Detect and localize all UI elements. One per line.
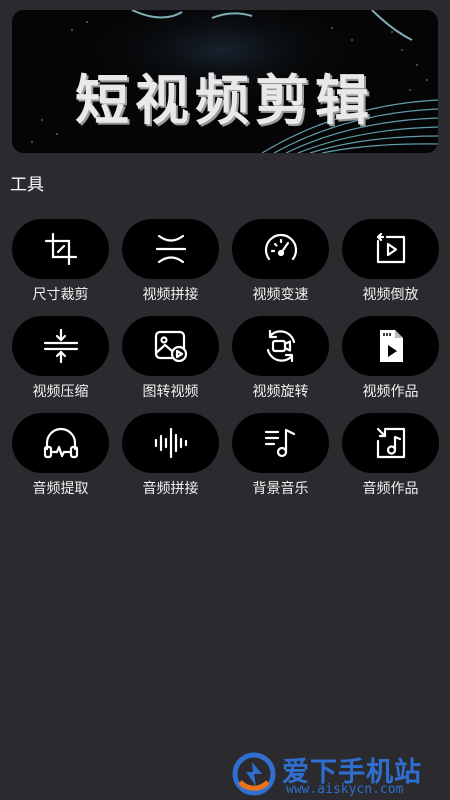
- audio-extract-button[interactable]: [12, 413, 109, 473]
- image-to-video-icon: [154, 330, 187, 363]
- tool-audio-merge[interactable]: 音频拼接: [122, 413, 219, 498]
- tool-video-works[interactable]: 视频作品: [342, 316, 439, 401]
- tool-label: 视频作品: [362, 384, 419, 400]
- tool-label: 视频倒放: [362, 287, 419, 303]
- crop-icon: [44, 232, 77, 266]
- tool-label: 图转视频: [142, 384, 199, 400]
- tool-video-merge[interactable]: 视频拼接: [122, 219, 219, 304]
- tool-video-compress[interactable]: 视频压缩: [12, 316, 109, 401]
- video-works-button[interactable]: [342, 316, 439, 376]
- tool-video-reverse[interactable]: 视频倒放: [342, 219, 439, 304]
- tool-label: 音频拼接: [142, 481, 199, 497]
- tool-label: 视频压缩: [32, 384, 89, 400]
- video-speed-button[interactable]: [232, 219, 329, 279]
- tool-label: 音频提取: [32, 481, 89, 497]
- video-compress-button[interactable]: [12, 316, 109, 376]
- video-merge-button[interactable]: [122, 219, 219, 279]
- watermark-logo-icon: [232, 752, 276, 796]
- video-rotate-button[interactable]: [232, 316, 329, 376]
- tool-label: 视频变速: [252, 287, 309, 303]
- video-file-icon: [379, 330, 403, 362]
- crop-button[interactable]: [12, 219, 109, 279]
- background-music-button[interactable]: [232, 413, 329, 473]
- reverse-play-icon: [376, 232, 405, 264]
- tool-video-rotate[interactable]: 视频旋转: [232, 316, 329, 401]
- waveform-icon: [154, 427, 187, 459]
- banner-title: 短视频剪辑: [75, 69, 375, 132]
- audio-merge-button[interactable]: [122, 413, 219, 473]
- tool-label: 视频拼接: [142, 287, 199, 303]
- speedometer-icon: [264, 233, 297, 261]
- section-title: 工具: [10, 175, 44, 195]
- tool-audio-extract[interactable]: 音频提取: [12, 413, 109, 498]
- tool-audio-works[interactable]: 音频作品: [342, 413, 439, 498]
- tools-grid: 尺寸裁剪 视频拼接 视频变速 视频倒放 视频压缩 图转视频 视频旋转 视频作品 …: [12, 219, 439, 498]
- music-list-icon: [264, 428, 295, 458]
- tool-label: 尺寸裁剪: [32, 287, 89, 303]
- headphones-icon: [43, 427, 78, 459]
- watermark: 爱下手机站 www.aiskycn.com: [228, 748, 448, 800]
- audio-works-button[interactable]: [342, 413, 439, 473]
- watermark-url: www.aiskycn.com: [286, 782, 404, 797]
- rotate-video-icon: [266, 329, 295, 363]
- video-reverse-button[interactable]: [342, 219, 439, 279]
- tool-label: 背景音乐: [252, 481, 309, 497]
- banner[interactable]: 短视频剪辑: [12, 10, 438, 153]
- compress-icon: [43, 328, 78, 364]
- tool-image-to-video[interactable]: 图转视频: [122, 316, 219, 401]
- tool-video-speed[interactable]: 视频变速: [232, 219, 329, 304]
- tool-background-music[interactable]: 背景音乐: [232, 413, 329, 498]
- music-file-icon: [376, 427, 405, 459]
- merge-icon: [155, 234, 186, 264]
- tool-crop[interactable]: 尺寸裁剪: [12, 219, 109, 304]
- image-to-video-button[interactable]: [122, 316, 219, 376]
- tool-label: 视频旋转: [252, 384, 309, 400]
- tool-label: 音频作品: [362, 481, 419, 497]
